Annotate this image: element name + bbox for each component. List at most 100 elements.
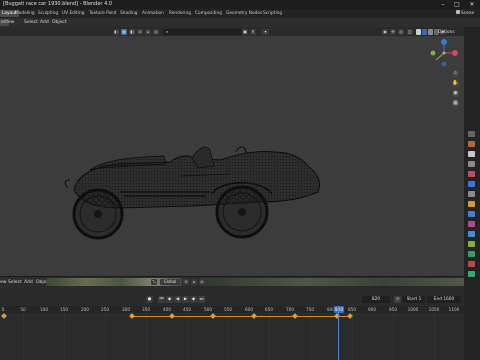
ruler-tick: 0	[1, 307, 5, 312]
start-frame-field[interactable]: Start 1	[403, 296, 425, 303]
output-tab-icon[interactable]	[468, 151, 475, 157]
play-reverse-icon[interactable]: ◀	[174, 296, 181, 303]
ruler-tick: 750	[306, 307, 314, 312]
zoom-icon[interactable]: ⌕	[452, 70, 459, 77]
tab-sculpting[interactable]: Sculpting	[36, 10, 60, 17]
tab-scripting[interactable]: Scripting	[261, 10, 284, 17]
playhead-line[interactable]	[338, 306, 339, 360]
menu-object[interactable]: Object	[52, 19, 67, 26]
timeline-pivot-icon[interactable]: ⊙	[183, 279, 189, 285]
end-frame-field[interactable]: End 1600	[427, 296, 461, 303]
viewport-header: ◐ ▦ ◧ ⊙ ⌂ ◎ ⌕ ▣ ⚲ ▾ ◉ ✣ ◎ ◫ ▾	[0, 27, 464, 36]
keyframe[interactable]	[210, 313, 216, 319]
current-frame-indicator[interactable]: 820	[334, 306, 344, 313]
keyframe[interactable]	[129, 313, 135, 319]
material-tab-icon[interactable]	[468, 261, 475, 267]
render-tab-icon[interactable]	[468, 141, 475, 147]
data-tab-icon[interactable]	[468, 251, 475, 257]
jump-start-icon[interactable]: ⏮	[158, 296, 165, 303]
navigation-gizmo[interactable]	[428, 38, 460, 68]
snap-icon[interactable]: ⌂	[145, 28, 151, 35]
tab-texture-paint[interactable]: Texture Paint	[87, 10, 119, 17]
keyframe[interactable]	[251, 313, 257, 319]
viewport-filter-icon[interactable]: ⚲	[250, 28, 256, 35]
minimize-button[interactable]: –	[436, 0, 450, 9]
tab-compositing[interactable]: Compositing	[193, 10, 224, 17]
scene-selector[interactable]: Scene	[456, 10, 478, 17]
viewport-search-input[interactable]: ⌕	[163, 28, 242, 35]
tab-shading[interactable]: Shading	[118, 10, 139, 17]
timeline-proportional-icon[interactable]: ◎	[199, 279, 205, 285]
3d-viewport[interactable]: Options ⌕ ✋ ◉ ▦	[0, 30, 464, 276]
rear-wheel	[215, 185, 269, 239]
timeline-transform-icon[interactable]: ⤡	[151, 279, 157, 285]
viewport-gizmos-icon[interactable]: ✣	[390, 28, 396, 35]
keyframe[interactable]	[292, 313, 298, 319]
timeline-menu-add[interactable]: Add	[24, 279, 33, 286]
next-keyframe-icon[interactable]: ◆	[190, 296, 197, 303]
current-frame-field[interactable]: 820	[362, 296, 390, 303]
pan-hand-icon[interactable]: ✋	[452, 80, 459, 87]
camera-view-icon[interactable]: ◉	[452, 90, 459, 97]
scene-tab-icon[interactable]	[468, 171, 475, 177]
ruler-tick: 50	[20, 307, 26, 312]
tab-geometry-nodes[interactable]: Geometry Nodes	[224, 10, 264, 17]
tab-uv-editing[interactable]: UV Editing	[60, 10, 86, 17]
tab-rendering[interactable]: Rendering	[167, 10, 193, 17]
end-value: 1600	[443, 297, 455, 302]
preview-range-icon[interactable]: ◷	[394, 296, 401, 303]
keyframe[interactable]	[1, 313, 7, 319]
object-tab-icon[interactable]	[468, 201, 475, 207]
solid-shading-icon[interactable]	[416, 28, 421, 35]
front-wheel	[72, 188, 124, 240]
prev-keyframe-icon[interactable]: ◆	[166, 296, 173, 303]
texture-tab-icon[interactable]	[468, 271, 475, 277]
pivot-icon[interactable]: ⊙	[137, 28, 143, 35]
ruler-tick: 900	[368, 307, 376, 312]
tool-tab-icon[interactable]	[468, 131, 475, 137]
overlays-icon[interactable]: ◎	[398, 28, 404, 35]
tab-animation[interactable]: Animation	[140, 10, 166, 17]
maximize-button[interactable]: □	[450, 0, 464, 9]
options-button[interactable]: Options	[438, 30, 455, 35]
menu-select[interactable]: Select	[24, 19, 38, 26]
menu-add[interactable]: Add	[40, 19, 49, 26]
record-icon[interactable]: ●	[146, 296, 153, 303]
material-shading-icon[interactable]	[428, 28, 433, 35]
ruler-tick: 300	[122, 307, 130, 312]
modifiers-tab-icon[interactable]	[468, 211, 475, 217]
wireframe-shading-icon[interactable]	[422, 28, 427, 35]
car-wireframe-model[interactable]	[60, 110, 330, 240]
ruler-tick: 500	[204, 307, 212, 312]
xray-toggle-icon[interactable]: ◧	[129, 28, 135, 35]
close-button[interactable]: ✕	[465, 0, 479, 9]
keyframe[interactable]	[169, 313, 175, 319]
timeline-menu-select[interactable]: Select	[8, 279, 22, 286]
collection-tab-icon[interactable]	[468, 191, 475, 197]
xray-icon[interactable]: ◫	[407, 28, 413, 35]
menu-view[interactable]: ew	[8, 19, 14, 26]
ruler-tick: 100	[40, 307, 48, 312]
tab-modeling[interactable]: Modeling	[13, 10, 37, 17]
proportional-edit-icon[interactable]: ◎	[153, 28, 159, 35]
timeline-keyframe-area[interactable]	[0, 313, 464, 360]
timeline-orientation-dropdown[interactable]: Global	[160, 279, 180, 285]
timeline-snap-icon[interactable]: ⌂	[191, 279, 197, 285]
ruler-tick: 400	[163, 307, 171, 312]
world-tab-icon[interactable]	[468, 181, 475, 187]
timeline-menu-view[interactable]: ew	[0, 279, 6, 286]
ortho-grid-icon[interactable]: ▦	[452, 100, 459, 107]
jump-end-icon[interactable]: ⏭	[198, 296, 205, 303]
particles-tab-icon[interactable]	[468, 221, 475, 227]
timeline-frame-ruler[interactable]: 0 50 100 150 200 250 300 350 400 450 500…	[0, 306, 464, 313]
constraints-tab-icon[interactable]	[468, 241, 475, 247]
overlay-toggle-icon[interactable]: ▦	[121, 28, 127, 35]
shading-mode-icon[interactable]: ▣	[242, 28, 248, 35]
physics-tab-icon[interactable]	[468, 231, 475, 237]
view-layer-tab-icon[interactable]	[468, 161, 475, 167]
object-type-visibility-icon[interactable]: ◐	[113, 28, 119, 35]
play-icon[interactable]: ▶	[182, 296, 189, 303]
gizmo-toggle-icon[interactable]: ▾	[262, 28, 269, 35]
visibility-icon[interactable]: ◉	[382, 28, 388, 35]
end-label: End	[433, 297, 442, 302]
